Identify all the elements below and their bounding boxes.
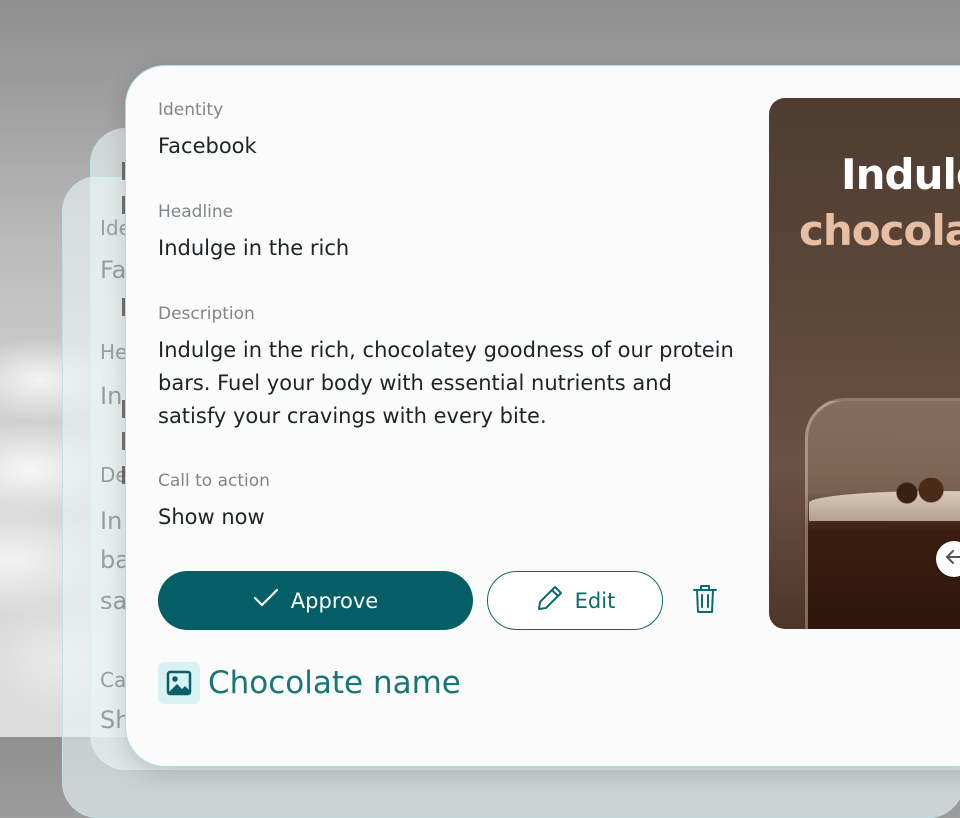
chocolate-pieces <box>889 478 949 508</box>
check-icon <box>253 587 279 614</box>
ghost-label: Ca <box>100 668 127 692</box>
description-value: Indulge in the rich, chocolatey goodness… <box>158 338 734 428</box>
approve-label: Approve <box>290 588 379 613</box>
cta-label: Call to action <box>158 471 270 491</box>
preview-headline-line1: Indulg <box>841 150 960 199</box>
image-name-row: Chocolate name <box>158 662 461 704</box>
edit-button[interactable]: Edit <box>487 571 663 630</box>
delete-button[interactable] <box>688 583 722 619</box>
identity-label: Identity <box>158 100 224 120</box>
headline-value: Indulge in the rich <box>158 236 350 260</box>
ghost-value: In <box>100 507 123 535</box>
ghost-value: Fa <box>100 256 127 284</box>
trash-icon <box>692 583 718 619</box>
ghost-value: In <box>100 382 123 410</box>
identity-value: Facebook <box>158 134 257 158</box>
ad-preview-image: Indulg chocola <box>769 98 960 629</box>
cta-value: Show now <box>158 505 265 529</box>
arrow-left-icon <box>944 547 960 571</box>
preview-headline-line2: chocola <box>799 206 960 255</box>
ghost-label: He <box>100 340 128 364</box>
description-label: Description <box>158 304 255 324</box>
headline-label: Headline <box>158 202 234 222</box>
approve-button[interactable]: Approve <box>158 571 473 630</box>
edit-label: Edit <box>574 588 616 613</box>
ad-review-card: Identity Facebook Headline Indulge in th… <box>125 65 960 767</box>
ghost-value: sa <box>100 587 128 615</box>
image-name-text: Chocolate name <box>208 665 461 701</box>
pencil-icon <box>535 583 565 618</box>
image-icon <box>158 662 200 704</box>
